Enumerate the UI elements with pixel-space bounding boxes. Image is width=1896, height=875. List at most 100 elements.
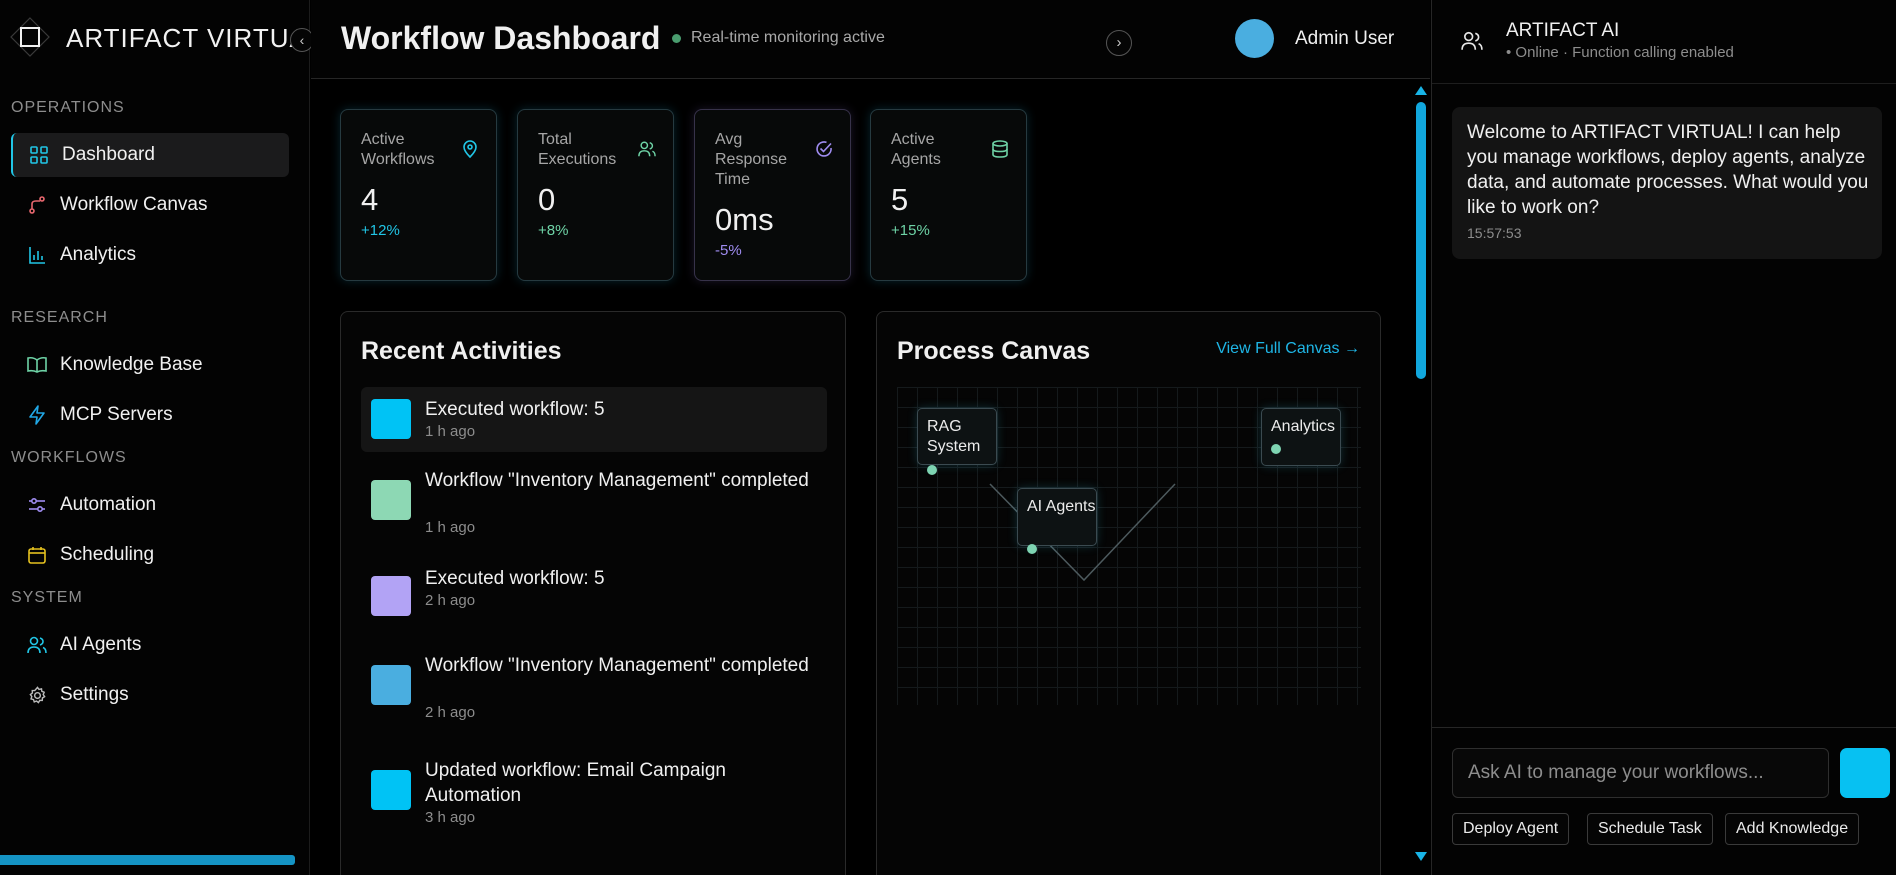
activity-item[interactable]: Workflow "Inventory Management" complete… [361,468,827,548]
activity-icon [371,770,411,810]
topbar: Workflow Dashboard Real-time monitoring … [311,0,1430,79]
panel-title: Recent Activities [361,337,562,365]
stat-value: 0 [538,182,556,217]
activity-time: 1 h ago [425,423,476,440]
chat-header: ARTIFACT AI • Online · Function calling … [1432,0,1896,84]
git-branch-icon [27,195,47,215]
book-icon [27,355,47,375]
activity-time: 1 h ago [425,519,476,536]
nav-label: AI Agents [60,634,142,655]
schedule-task-button[interactable]: Schedule Task [1587,813,1713,845]
scroll-thumb[interactable] [1416,102,1426,379]
activity-item[interactable]: Executed workflow: 5 1 h ago [361,387,827,452]
main-content: Workflow Dashboard Real-time monitoring … [311,0,1430,875]
users-icon [638,141,656,157]
chat-input[interactable] [1452,748,1829,798]
activity-item[interactable]: Executed workflow: 5 2 h ago [361,568,827,641]
recent-activities-panel: Recent Activities Executed workflow: 5 1… [340,311,846,875]
brand-name: ARTIFACT VIRTUAL [66,23,302,53]
activity-icon [371,665,411,705]
chevron-right-icon: › [1116,34,1122,51]
sliders-icon [27,495,47,515]
nav-label: MCP Servers [60,404,173,425]
nav-item-workflow-canvas[interactable]: Workflow Canvas [11,183,289,227]
nav-item-mcp-servers[interactable]: MCP Servers [11,393,289,437]
stat-card-avg-response-time: Avg Response Time 0ms -5% [694,109,851,281]
stat-delta: +12% [361,222,400,239]
activity-text: Executed workflow: 5 [425,399,605,420]
chevron-left-icon: ‹ [299,32,305,48]
logo-row: ARTIFACT VIRTUAL [0,0,309,76]
chat-title: ARTIFACT AI [1506,20,1620,41]
stat-label: Total Executions [538,131,617,168]
section-label-system: SYSTEM [11,589,83,606]
stat-card-active-agents: Active Agents 5 +15% [870,109,1027,281]
section-label-operations: OPERATIONS [11,99,125,116]
activity-text: Updated workflow: Email Campaign Automat… [425,760,726,806]
node-label: AI Agents [1027,498,1096,515]
node-port[interactable] [927,465,937,475]
nav-label: Automation [60,494,157,515]
activity-text: Workflow "Inventory Management" complete… [425,655,809,676]
activity-icon [371,480,411,520]
nav-label: Settings [60,684,129,705]
nav-item-automation[interactable]: Automation [11,483,289,527]
check-circle-icon [816,141,832,157]
section-label-research: RESEARCH [11,309,108,326]
add-knowledge-button[interactable]: Add Knowledge [1725,813,1860,845]
stat-value: 4 [361,182,379,217]
nav-item-dashboard[interactable]: Dashboard [11,133,289,177]
main-scrollbar[interactable] [1413,86,1427,866]
nav-item-settings[interactable]: Settings [11,673,289,717]
node-port[interactable] [1027,544,1037,554]
nav-label: Dashboard [62,144,155,165]
activity-time: 2 h ago [425,704,476,721]
canvas-node-ai-agents[interactable]: AI Agents [1017,488,1097,554]
activity-time: 3 h ago [425,809,476,826]
scroll-down-arrow-icon[interactable] [1415,852,1427,861]
node-label: Analytics [1271,418,1336,435]
nav-item-scheduling[interactable]: Scheduling [11,533,289,577]
chat-message: Welcome to ARTIFACT VIRTUAL! I can help … [1452,107,1882,259]
lightning-icon [27,405,47,425]
chat-message-text: Welcome to ARTIFACT VIRTUAL! I can help … [1467,122,1869,218]
nav-item-knowledge-base[interactable]: Knowledge Base [11,343,289,387]
section-label-workflows: WORKFLOWS [11,449,127,466]
nav-label: Knowledge Base [60,354,203,375]
nav-item-ai-agents[interactable]: AI Agents [11,623,289,667]
stat-label: Active Workflows [361,131,435,168]
chat-panel-toggle-button[interactable]: › [1106,30,1132,56]
nav-label: Workflow Canvas [60,194,208,215]
map-pin-icon [463,140,477,158]
nav-label: Analytics [60,244,137,265]
activity-icon [371,399,411,439]
send-button[interactable] [1840,748,1890,798]
sidebar-scrollbar[interactable] [0,855,295,865]
node-port[interactable] [1271,444,1281,454]
avatar[interactable] [1235,19,1274,58]
activity-item[interactable]: Workflow "Inventory Management" complete… [361,653,827,733]
calendar-icon [27,545,47,565]
page-title: Workflow Dashboard [341,20,661,56]
stat-card-active-workflows: Active Workflows 4 +12% [340,109,497,281]
scroll-up-arrow-icon[interactable] [1415,86,1427,95]
stat-delta: +8% [538,222,569,239]
canvas-grid[interactable]: RAG System AI Agents Analytics [897,387,1361,705]
nav-item-analytics[interactable]: Analytics [11,233,289,277]
database-icon [992,140,1008,158]
stat-value: 5 [891,182,909,217]
stat-value: 0ms [715,202,774,237]
stat-delta: +15% [891,222,930,239]
canvas-node-rag-system[interactable]: RAG System [917,408,997,475]
gear-icon [27,685,47,705]
activity-item[interactable]: Updated workflow: Email Campaign Automat… [361,758,827,838]
canvas-node-analytics[interactable]: Analytics [1261,408,1341,466]
deploy-agent-button[interactable]: Deploy Agent [1452,813,1570,845]
user-name[interactable]: Admin User [1295,28,1394,50]
users-icon [1461,31,1483,50]
view-full-canvas-link[interactable]: View Full Canvas → [1216,340,1360,358]
activity-time: 2 h ago [425,592,476,609]
chat-panel: ARTIFACT AI • Online · Function calling … [1431,0,1896,875]
logo-icon [10,17,50,57]
process-canvas-panel: Process Canvas View Full Canvas → RAG Sy… [876,311,1381,875]
